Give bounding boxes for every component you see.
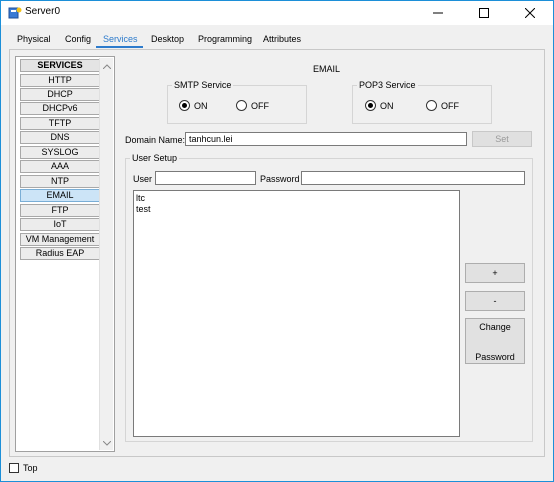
sidebar-item-http[interactable]: HTTP: [20, 74, 100, 87]
sidebar-item-tftp[interactable]: TFTP: [20, 117, 100, 130]
smtp-on-radio[interactable]: [179, 100, 190, 111]
chevron-down-icon[interactable]: [102, 438, 112, 448]
pop3-service-group: POP3 Service ON OFF: [352, 80, 492, 124]
sidebar-item-dhcpv6[interactable]: DHCPv6: [20, 102, 100, 115]
tab-config[interactable]: Config: [65, 34, 91, 44]
sidebar-item-email[interactable]: EMAIL: [20, 189, 100, 202]
services-sidebar: SERVICES HTTP DHCP DHCPv6 TFTP DNS SYSLO…: [15, 56, 115, 452]
sidebar-scrollbar[interactable]: [99, 58, 113, 450]
panel-title: EMAIL: [313, 64, 341, 74]
minimize-icon: [433, 12, 443, 14]
sidebar-item-radius-eap[interactable]: Radius EAP: [20, 247, 100, 260]
sidebar-item-dhcp[interactable]: DHCP: [20, 88, 100, 101]
sidebar-item-ntp[interactable]: NTP: [20, 175, 100, 188]
sidebar-item-iot[interactable]: IoT: [20, 218, 100, 231]
remove-user-button[interactable]: -: [465, 291, 525, 311]
user-input[interactable]: [155, 171, 256, 185]
tab-services[interactable]: Services: [103, 34, 138, 44]
change-password-line2: Password: [475, 352, 515, 362]
top-label: Top: [23, 463, 38, 473]
sidebar-header: SERVICES: [20, 59, 100, 72]
user-label: User: [133, 174, 153, 184]
sidebar-item-dns[interactable]: DNS: [20, 131, 100, 144]
pop3-off-label: OFF: [441, 101, 459, 111]
user-setup-legend: User Setup: [130, 153, 180, 163]
password-label: Password: [260, 174, 300, 184]
maximize-icon: [479, 8, 489, 18]
list-item[interactable]: ltc: [136, 193, 457, 204]
smtp-off-radio[interactable]: [236, 100, 247, 111]
pop3-on-radio[interactable]: [365, 100, 376, 111]
change-password-button[interactable]: Change Password: [465, 318, 525, 364]
user-list[interactable]: ltc test: [133, 190, 460, 437]
sidebar-item-syslog[interactable]: SYSLOG: [20, 146, 100, 159]
chevron-up-icon[interactable]: [102, 61, 112, 71]
top-checkbox[interactable]: [9, 463, 19, 473]
pop3-on-label: ON: [380, 101, 394, 111]
smtp-service-legend: SMTP Service: [172, 80, 234, 90]
sidebar-item-ftp[interactable]: FTP: [20, 204, 100, 217]
sidebar-item-aaa[interactable]: AAA: [20, 160, 100, 173]
set-button[interactable]: Set: [472, 131, 532, 147]
close-icon: [525, 8, 535, 18]
active-tab-indicator: [96, 46, 143, 48]
tab-desktop[interactable]: Desktop: [151, 34, 184, 44]
smtp-on-label: ON: [194, 101, 208, 111]
domain-name-input[interactable]: tanhcun.lei: [185, 132, 467, 146]
smtp-off-label: OFF: [251, 101, 269, 111]
list-item[interactable]: test: [136, 204, 457, 215]
password-input[interactable]: [301, 171, 525, 185]
close-button[interactable]: [507, 1, 553, 25]
smtp-service-group: SMTP Service ON OFF: [167, 80, 307, 124]
tab-attributes[interactable]: Attributes: [263, 34, 301, 44]
minimize-button[interactable]: [415, 1, 461, 25]
pop3-off-radio[interactable]: [426, 100, 437, 111]
tab-programming[interactable]: Programming: [198, 34, 252, 44]
title-bar: Server0: [1, 1, 553, 25]
domain-name-label: Domain Name:: [125, 135, 186, 145]
server-app-icon: [8, 6, 22, 20]
add-user-button[interactable]: +: [465, 263, 525, 283]
change-password-line1: Change: [479, 322, 511, 332]
pop3-service-legend: POP3 Service: [357, 80, 418, 90]
sidebar-item-vm-management[interactable]: VM Management: [20, 233, 100, 246]
tab-physical[interactable]: Physical: [17, 34, 51, 44]
maximize-button[interactable]: [461, 1, 507, 25]
window-title: Server0: [25, 6, 61, 17]
app-window: Server0 Physical Config Services Desktop…: [0, 0, 554, 482]
